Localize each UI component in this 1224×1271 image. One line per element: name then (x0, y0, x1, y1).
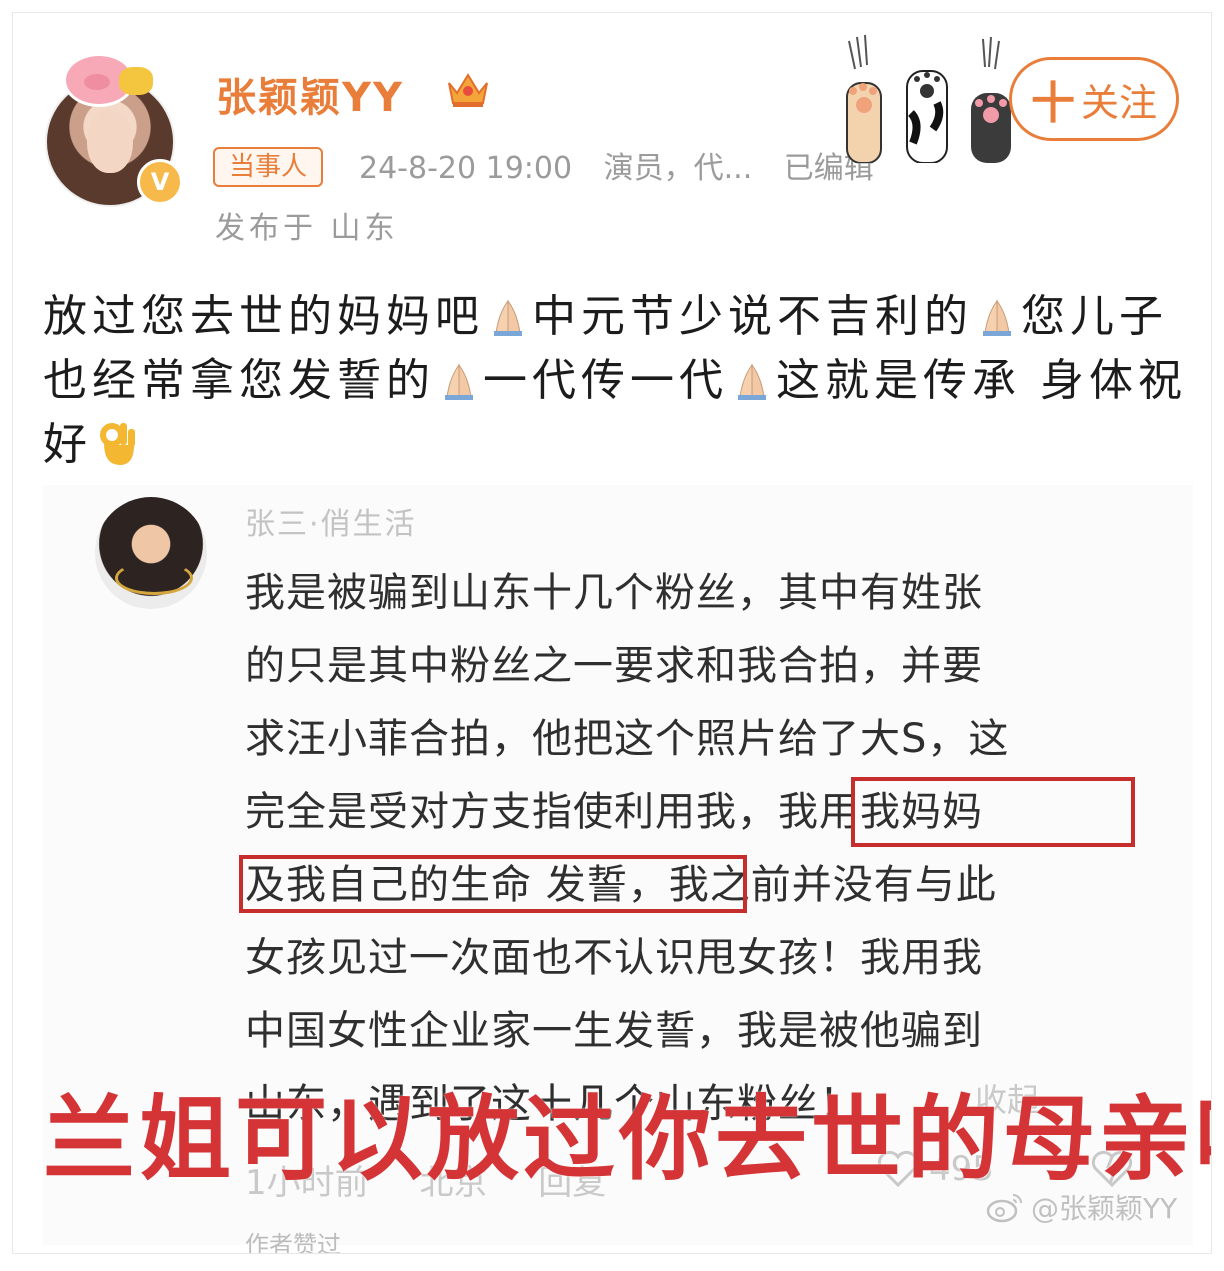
pray-emoji-icon (983, 299, 1011, 336)
author-liked-label: 作者赞过 (245, 1231, 341, 1254)
pray-emoji-icon (445, 363, 473, 400)
comment-line: 的只是其中粉丝之一要求和我合拍，并要 (245, 643, 983, 689)
pray-emoji-icon (494, 299, 522, 336)
cat-paws-icon (846, 34, 1011, 163)
comment-line: 求汪小菲合拍，他把这个照片给了大S，这 (245, 716, 1010, 762)
pray-emoji-icon (738, 363, 766, 400)
username[interactable]: 张颖颖YY (216, 65, 404, 123)
post-source: 演员，代... (603, 151, 753, 186)
follow-label: 关注 (1080, 80, 1157, 125)
overlay-caption: 兰姐可以放过你去世的母亲吗 (43, 1086, 1212, 1193)
post-text: 放过您去世的妈妈吧 中元节少说不吉利的 您儿子也经常拿您发誓的 一代传一代 这就是传承 … (43, 285, 1193, 477)
pig-nose (84, 74, 110, 90)
post-text-part: 一代传一代 (483, 355, 728, 406)
commenter-name: 张三·俏生活 (245, 507, 417, 542)
party-badge: 当事人 (213, 147, 324, 187)
highlight-box (851, 777, 1135, 847)
post-location: 发布于 山东 (215, 211, 399, 246)
highlight-box (239, 855, 747, 913)
post-datetime: 24-8-20 19:00 (359, 151, 573, 186)
post-meta: 24-8-20 19:00 演员，代... 已编辑 (359, 143, 896, 187)
star-sticker-icon (119, 67, 153, 95)
crown-icon (448, 73, 488, 107)
post-text-part: 中元节少说不吉利的 (532, 291, 973, 342)
ok-hand-emoji-icon (100, 423, 135, 465)
plus-icon: 十 (1030, 78, 1075, 129)
watermark: @张颖颖YY (985, 1187, 1177, 1227)
watermark-text: @张颖颖YY (1031, 1192, 1178, 1225)
post-text-part: 放过您去世的妈妈吧 (43, 291, 484, 342)
comment-line: 女孩见过一次面也不认识甩女孩！我用我 (245, 935, 983, 981)
comment-line: 中国女性企业家一生发誓，我是被他骗到 (245, 1008, 983, 1054)
necklace (115, 561, 193, 595)
weibo-post-card: V 张颖颖YY 当事人 24-8-20 19:00 演员，代... 已编辑 发布… (12, 12, 1212, 1254)
weibo-logo-icon (986, 1194, 1022, 1223)
avatar-face (87, 109, 133, 173)
follow-button[interactable]: 十 关注 (1009, 57, 1179, 141)
verified-icon: V (137, 159, 183, 205)
comment-line: 我是被骗到山东十几个粉丝，其中有姓张 (245, 570, 983, 616)
comment-body: 我是被骗到山东十几个粉丝，其中有姓张 的只是其中粉丝之一要求和我合拍，并要 求汪… (245, 557, 1145, 1141)
commenter-avatar (95, 497, 207, 609)
